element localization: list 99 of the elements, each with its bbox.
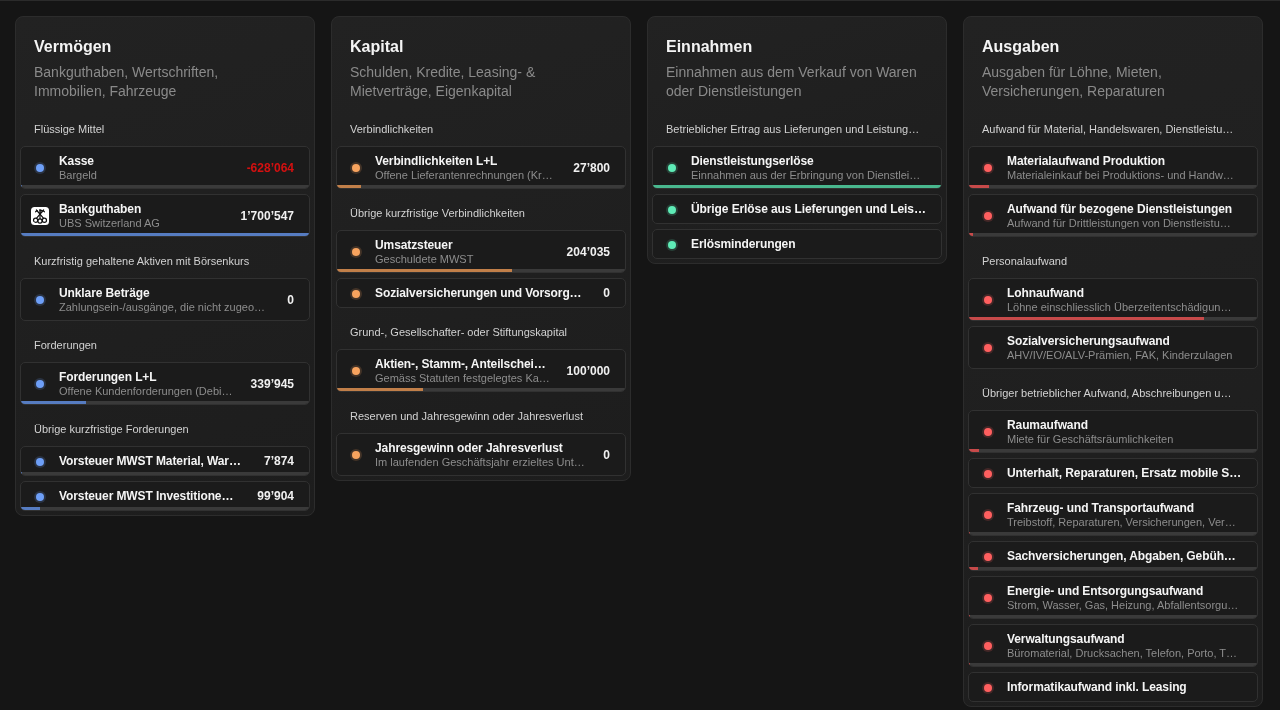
- account-name: Verwaltungsaufwand: [1007, 632, 1125, 647]
- group-heading: Aufwand für Material, Handelswaren, Dienstleistu…: [982, 122, 1235, 136]
- group-heading: Forderungen: [34, 338, 98, 352]
- account-row[interactable]: Kasse Bargeld -628’064: [20, 146, 310, 189]
- account-name: Materialaufwand Produktion: [1007, 154, 1166, 169]
- account-description: Offene Lieferantenrechnungen (Kr…: [375, 169, 553, 182]
- group-heading: Übrige kurzfristige Verbindlichkeiten: [350, 206, 526, 220]
- account-row[interactable]: Verbindlichkeiten L+L Offene Lieferantenrechnungen (Kr… 27’800: [336, 146, 626, 189]
- account-description: Bargeld: [59, 169, 97, 182]
- account-description: Büromaterial, Drucksachen, Telefon, Porto, T…: [1007, 647, 1238, 660]
- group-heading: Kurzfristig gehaltene Aktiven mit Börsenkurs: [34, 254, 251, 268]
- account-name: Verbindlichkeiten L+L: [375, 154, 498, 169]
- group-heading: Reserven und Jahresgewinn oder Jahresverlust: [350, 409, 584, 423]
- category-description: Schulden, Kredite, Leasing- & Mietverträge, Eigenkapital: [350, 63, 537, 101]
- keys-icon: [31, 207, 49, 225]
- account-row[interactable]: Sozialversicherungen und Vorsorg… 0: [336, 278, 626, 308]
- account-description: Materialeinkauf bei Produktions- und Handw…: [1007, 169, 1234, 182]
- account-description: Einnahmen aus der Erbringung von Dienstlei…: [691, 169, 921, 182]
- category-title: Kapital: [350, 37, 405, 57]
- group-heading: Übriger betrieblicher Aufwand, Abschreibungen u…: [982, 386, 1233, 400]
- account-row[interactable]: Materialaufwand Produktion Materialeinkauf bei Produktions- und Handw…: [968, 146, 1258, 189]
- account-name: Übrige Erlöse aus Lieferungen und Leis…: [691, 202, 926, 217]
- account-name: Erlösminderungen: [691, 237, 796, 252]
- account-balance: 0: [287, 292, 294, 308]
- account-balance: 204’035: [566, 244, 610, 260]
- account-balance: 7’874: [263, 454, 294, 469]
- group-heading: Betrieblicher Ertrag aus Lieferungen und Leistung…: [666, 122, 921, 136]
- account-row[interactable]: Umsatzsteuer Geschuldete MWST 204’035: [336, 230, 626, 273]
- account-row[interactable]: Energie- und Entsorgungsaufwand Strom, Wasser, Gas, Heizung, Abfallentsorgu…: [968, 576, 1258, 619]
- account-description: Geschuldete MWST: [375, 253, 474, 266]
- account-balance: 0: [603, 286, 610, 301]
- account-name: Dienstleistungserlöse: [691, 154, 814, 169]
- account-row[interactable]: Jahresgewinn oder Jahresverlust Im laufenden Geschäftsjahr erzieltes Unt… 0: [336, 433, 626, 476]
- account-row[interactable]: Erlösminderungen: [652, 229, 942, 259]
- account-description: Aufwand für Drittleistungen von Dienstleistu…: [1007, 217, 1231, 230]
- category-description: Einnahmen aus dem Verkauf von Waren oder Dienstleistungen: [666, 63, 918, 101]
- category-description: Bankguthaben, Wertschriften, Immobilien, Fahrzeuge: [34, 63, 220, 101]
- account-name: Kasse: [59, 154, 94, 169]
- account-description: Miete für Geschäftsräumlichkeiten: [1007, 433, 1174, 446]
- account-balance: -628’064: [246, 160, 294, 176]
- account-description: Im laufenden Geschäftsjahr erzieltes Unt…: [375, 456, 585, 469]
- account-name: Vorsteuer MWST Material, War…: [59, 454, 241, 469]
- account-row[interactable]: Vorsteuer MWST Material, War… 7’874: [20, 446, 310, 476]
- category-title: Ausgaben: [982, 37, 1061, 57]
- group-heading: Verbindlichkeiten: [350, 122, 435, 136]
- account-name: Sachversicherungen, Abgaben, Gebüh…: [1007, 549, 1236, 564]
- account-balance: 1’700’547: [240, 208, 294, 224]
- category-title: Vermögen: [34, 37, 113, 57]
- account-description: Löhne einschliesslich Überzeitentschädigun…: [1007, 301, 1232, 314]
- account-row[interactable]: Forderungen L+L Offene Kundenforderungen (Debi… 339’945: [20, 362, 310, 405]
- account-description: UBS Switzerland AG: [59, 217, 160, 230]
- account-row[interactable]: Aufwand für bezogene Dienstleistungen Aufwand für Drittleistungen von Dienstleistu…: [968, 194, 1258, 237]
- account-row[interactable]: Aktien-, Stamm-, Anteilschei… Gemäss Statuten festgelegtes Ka… 100’000: [336, 349, 626, 392]
- account-balance: 339’945: [250, 376, 294, 392]
- group-heading: Personalaufwand: [982, 254, 1068, 268]
- account-row[interactable]: Unterhalt, Reparaturen, Ersatz mobile S…: [968, 458, 1258, 488]
- account-name: Lohnaufwand: [1007, 286, 1084, 301]
- account-description: Strom, Wasser, Gas, Heizung, Abfallentsorgu…: [1007, 599, 1239, 612]
- account-row[interactable]: Fahrzeug- und Transportaufwand Treibstoff, Reparaturen, Versicherungen, Ver…: [968, 493, 1258, 536]
- account-balance: 99’904: [257, 489, 294, 504]
- account-row[interactable]: Informatikaufwand inkl. Leasing: [968, 672, 1258, 702]
- account-name: Vorsteuer MWST Investitione…: [59, 489, 234, 504]
- account-row[interactable]: Sachversicherungen, Abgaben, Gebüh…: [968, 541, 1258, 571]
- account-name: Raumaufwand: [1007, 418, 1088, 433]
- account-balance: 0: [603, 447, 610, 463]
- account-name: Umsatzsteuer: [375, 238, 453, 253]
- account-name: Forderungen L+L: [59, 370, 157, 385]
- category-description: Ausgaben für Löhne, Mieten, Versicherungen, Reparaturen: [982, 63, 1166, 101]
- account-row[interactable]: Sozialversicherungsaufwand AHV/IV/EO/ALV-Prämien, FAK, Kinderzulagen: [968, 326, 1258, 369]
- group-heading: Übrige kurzfristige Forderungen: [34, 422, 190, 436]
- account-name: Bankguthaben: [59, 202, 142, 217]
- account-name: Jahresgewinn oder Jahresverlust: [375, 441, 563, 456]
- account-row[interactable]: Bankguthaben UBS Switzerland AG 1’700’547: [20, 194, 310, 237]
- account-row[interactable]: Verwaltungsaufwand Büromaterial, Drucksachen, Telefon, Porto, T…: [968, 624, 1258, 667]
- account-row[interactable]: Unklare Beträge Zahlungsein-/ausgänge, die nicht zugeo… 0: [20, 278, 310, 321]
- account-row[interactable]: Dienstleistungserlöse Einnahmen aus der Erbringung von Dienstlei…: [652, 146, 942, 189]
- account-description: Zahlungsein-/ausgänge, die nicht zugeo…: [59, 301, 266, 314]
- category-title: Einnahmen: [666, 37, 754, 57]
- group-heading: Grund-, Gesellschafter- oder Stiftungskapital: [350, 325, 569, 339]
- account-name: Informatikaufwand inkl. Leasing: [1007, 680, 1187, 695]
- account-row[interactable]: Raumaufwand Miete für Geschäftsräumlichkeiten: [968, 410, 1258, 453]
- account-row[interactable]: Lohnaufwand Löhne einschliesslich Überzeitentschädigun…: [968, 278, 1258, 321]
- account-name: Aktien-, Stamm-, Anteilschei…: [375, 357, 546, 372]
- account-description: Gemäss Statuten festgelegtes Ka…: [375, 372, 550, 385]
- account-description: AHV/IV/EO/ALV-Prämien, FAK, Kinderzulagen: [1007, 349, 1233, 362]
- account-name: Aufwand für bezogene Dienstleistungen: [1007, 202, 1232, 217]
- account-row[interactable]: Übrige Erlöse aus Lieferungen und Leis…: [652, 194, 942, 224]
- account-name: Energie- und Entsorgungsaufwand: [1007, 584, 1204, 599]
- account-balance: 27’800: [573, 160, 610, 176]
- account-name: Fahrzeug- und Transportaufwand: [1007, 501, 1194, 516]
- account-description: Treibstoff, Reparaturen, Versicherungen, Ver…: [1007, 516, 1236, 529]
- account-name: Sozialversicherungen und Vorsorg…: [375, 286, 582, 301]
- account-description: Offene Kundenforderungen (Debi…: [59, 385, 233, 398]
- group-heading: Flüssige Mittel: [34, 122, 106, 136]
- account-name: Unklare Beträge: [59, 286, 150, 301]
- account-balance: 100’000: [566, 363, 610, 379]
- account-name: Sozialversicherungsaufwand: [1007, 334, 1170, 349]
- account-row[interactable]: Vorsteuer MWST Investitione… 99’904: [20, 481, 310, 511]
- account-name: Unterhalt, Reparaturen, Ersatz mobile S…: [1007, 466, 1242, 481]
